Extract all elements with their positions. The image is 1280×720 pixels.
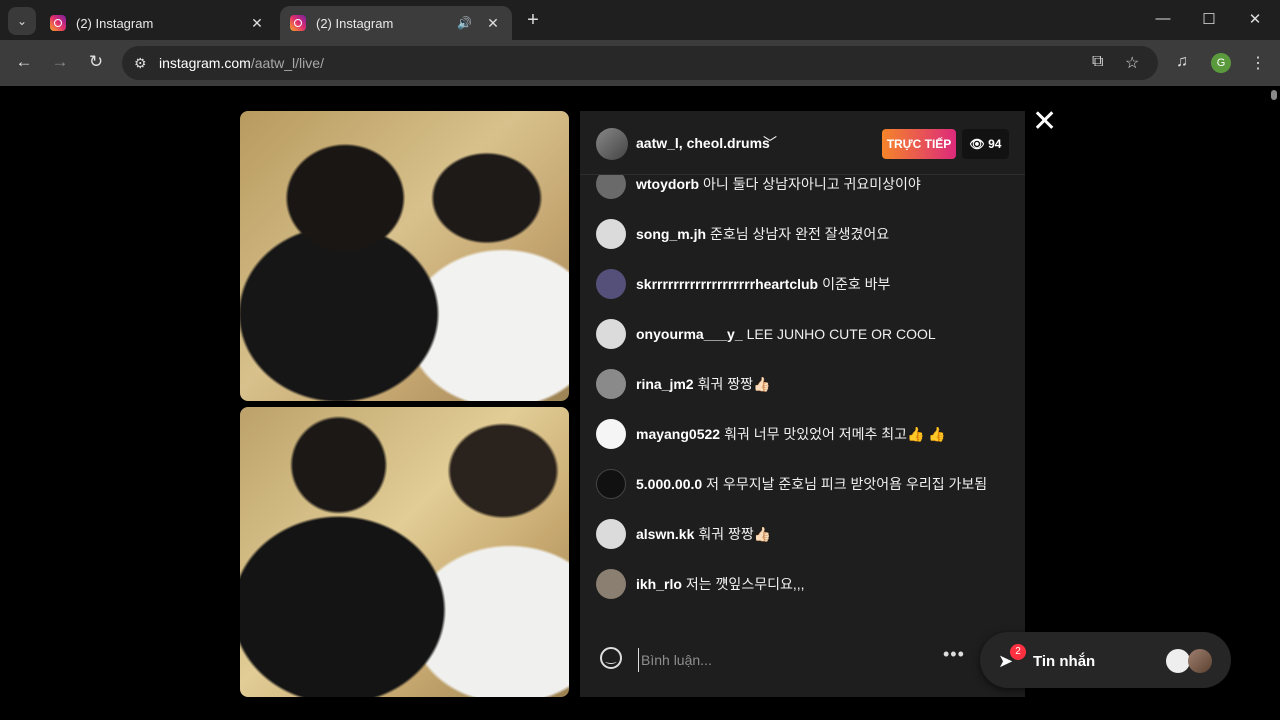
url-path: /aatw_l/live/ xyxy=(250,55,324,71)
comment-item: alswn.kk 훠궈 짱짱👍🏻 xyxy=(596,518,771,550)
comment-avatar[interactable] xyxy=(596,569,626,599)
comment-item: ikh_rlo 저는 꺳잎스무디요,,, xyxy=(596,568,805,600)
unread-badge: 2 xyxy=(1010,644,1026,660)
bookmark-star-icon[interactable]: ☆ xyxy=(1125,53,1139,73)
eye-icon: 👁 xyxy=(969,137,985,151)
comment-text: 저 우무지날 준호님 피크 받앗어욤 우리집 가보됨 xyxy=(706,476,988,492)
close-icon[interactable]: ✕ xyxy=(1032,107,1057,137)
live-video-host-1 xyxy=(240,111,569,401)
comment-avatar[interactable] xyxy=(596,519,626,549)
comment-avatar[interactable] xyxy=(596,269,626,299)
speaker-icon[interactable]: 🔊 xyxy=(457,16,472,30)
live-badge: TRỰC TIẾP xyxy=(882,129,956,159)
chevron-down-icon[interactable]: ﹀ xyxy=(763,133,777,153)
comment-username[interactable]: onyourma___y_ xyxy=(636,326,743,342)
comment-avatar[interactable] xyxy=(596,175,626,199)
message-avatar xyxy=(1166,649,1190,673)
tab-instagram-2[interactable]: (2) Instagram 🔊 ✕ xyxy=(280,6,512,40)
url-text[interactable]: instagram.com/aatw_l/live/ xyxy=(159,55,324,71)
site-info-icon[interactable]: ⚙ xyxy=(134,55,147,72)
comment-item: 5.000.00.0 저 우무지날 준호님 피크 받앗어욤 우리집 가보됨 xyxy=(596,468,987,500)
tab-title: (2) Instagram xyxy=(316,15,394,31)
message-avatar xyxy=(1188,649,1212,673)
comment-text: 훠궈 짱짱👍🏻 xyxy=(697,376,771,392)
comment-text: 훠궈 너무 맛있었어 저메추 최고👍 👍 xyxy=(724,426,946,442)
viewer-count: 94 xyxy=(988,137,1002,151)
comment-avatar[interactable] xyxy=(596,369,626,399)
tab-search-button[interactable]: ⌄ xyxy=(8,7,36,35)
comment-username[interactable]: ikh_rlo xyxy=(636,576,682,592)
comment-avatar[interactable] xyxy=(596,219,626,249)
comment-username[interactable]: wtoydorb xyxy=(636,176,699,192)
chevron-down-icon: ⌄ xyxy=(16,14,28,28)
comment-avatar[interactable] xyxy=(596,319,626,349)
comment-item: onyourma___y_ LEE JUNHO CUTE OR COOL xyxy=(596,318,936,350)
comment-text: 훠궈 짱짱👍🏻 xyxy=(698,526,772,542)
live-video-host-2 xyxy=(240,407,569,697)
page-scrollbar[interactable] xyxy=(1268,86,1280,720)
comment-item: wtoydorb 아니 둘다 상남자아니고 귀요미상이야 xyxy=(596,175,921,200)
maximize-icon[interactable]: ☐ xyxy=(1199,10,1219,28)
smiley-icon[interactable]: ‿ xyxy=(600,647,622,669)
messages-widget[interactable]: ➤ 2 Tin nhắn xyxy=(980,632,1231,688)
tab-instagram-1[interactable]: (2) Instagram ✕ xyxy=(40,6,276,40)
comment-bar: ‿ ••• xyxy=(580,641,1025,697)
browser-toolbar: ← → ↻ ⚙ instagram.com/aatw_l/live/ ⧉ ☆ ♫… xyxy=(0,40,1280,86)
comment-text: 아니 둘다 상남자아니고 귀요미상이야 xyxy=(703,176,921,192)
comment-username[interactable]: skrrrrrrrrrrrrrrrrrrrheartclub xyxy=(636,276,818,292)
url-host: instagram.com xyxy=(159,55,251,71)
live-header: aatw_l, cheol.drums ﹀ TRỰC TIẾP 👁 94 xyxy=(580,111,1025,175)
ellipsis-icon[interactable]: ••• xyxy=(943,644,965,665)
comment-username[interactable]: song_m.jh xyxy=(636,226,706,242)
comment-item: mayang0522 훠궈 너무 맛있었어 저메추 최고👍 👍 xyxy=(596,418,946,450)
scroll-thumb[interactable] xyxy=(1271,90,1277,100)
tab-title: (2) Instagram xyxy=(76,15,154,31)
host-names[interactable]: aatw_l, cheol.drums xyxy=(636,135,770,151)
comments-list[interactable]: wtoydorb 아니 둘다 상남자아니고 귀요미상이야 song_m.jh 준… xyxy=(580,175,1025,625)
comment-text: 이준호 바부 xyxy=(822,276,891,292)
new-tab-button[interactable]: + xyxy=(522,9,544,32)
tab-close-icon[interactable]: ✕ xyxy=(248,15,266,32)
menu-kebab-icon[interactable]: ⋮ xyxy=(1250,53,1266,73)
back-arrow-icon[interactable]: ← xyxy=(13,52,35,72)
media-control-icon[interactable]: ♫ xyxy=(1176,53,1188,71)
tab-close-icon[interactable]: ✕ xyxy=(484,15,502,32)
install-app-icon[interactable]: ⧉ xyxy=(1092,53,1103,71)
comment-avatar[interactable] xyxy=(596,419,626,449)
comment-text: 저는 꺳잎스무디요,,, xyxy=(685,576,805,592)
minimize-icon[interactable]: — xyxy=(1153,10,1173,27)
live-side-panel: aatw_l, cheol.drums ﹀ TRỰC TIẾP 👁 94 wto… xyxy=(580,111,1025,697)
comment-avatar[interactable] xyxy=(596,469,626,499)
comment-item: skrrrrrrrrrrrrrrrrrrrheartclub 이준호 바부 xyxy=(596,268,890,300)
comment-item: rina_jm2 훠궈 짱짱👍🏻 xyxy=(596,368,770,400)
comment-username[interactable]: alswn.kk xyxy=(636,526,694,542)
instagram-favicon-icon xyxy=(290,15,306,31)
messages-label: Tin nhắn xyxy=(1033,653,1096,670)
comment-text: 준호님 상남자 완전 잘생겼어요 xyxy=(710,226,890,242)
comment-item: song_m.jh 준호님 상남자 완전 잘생겼어요 xyxy=(596,218,889,250)
forward-arrow-icon[interactable]: → xyxy=(49,52,71,72)
comment-text: LEE JUNHO CUTE OR COOL xyxy=(746,326,936,342)
viewer-count-badge: 👁 94 xyxy=(962,129,1009,159)
comment-input[interactable] xyxy=(638,648,923,672)
comment-username[interactable]: mayang0522 xyxy=(636,426,720,442)
address-bar[interactable]: ⚙ instagram.com/aatw_l/live/ ⧉ ☆ xyxy=(122,46,1158,80)
window-close-icon[interactable]: ✕ xyxy=(1245,10,1265,28)
tab-bar: ⌄ (2) Instagram ✕ (2) Instagram 🔊 ✕ + — … xyxy=(0,0,1280,40)
profile-avatar[interactable]: G xyxy=(1211,53,1231,73)
host-avatar[interactable] xyxy=(596,128,628,160)
comment-username[interactable]: 5.000.00.0 xyxy=(636,476,702,492)
instagram-favicon-icon xyxy=(50,15,66,31)
comment-username[interactable]: rina_jm2 xyxy=(636,376,694,392)
reload-icon[interactable]: ↻ xyxy=(85,52,107,72)
